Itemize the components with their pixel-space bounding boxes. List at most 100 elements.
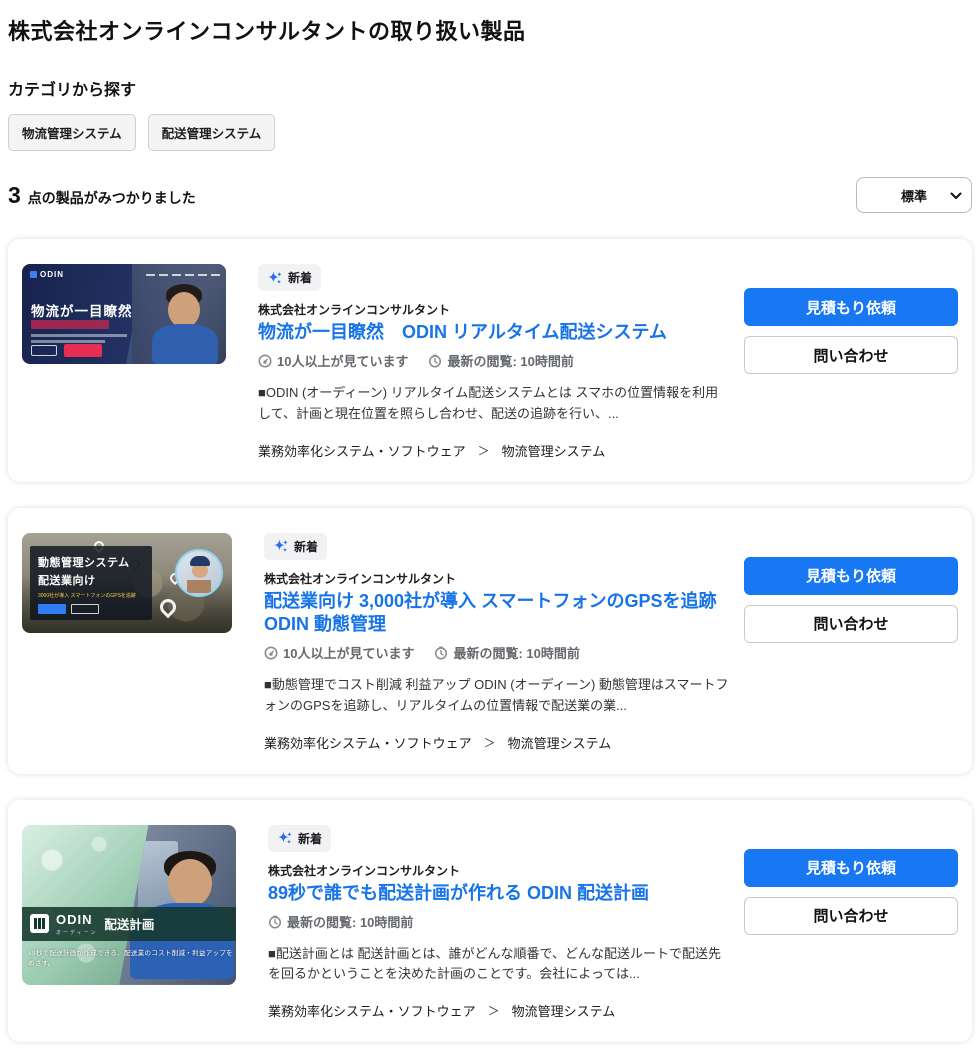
product-title-link[interactable]: 89秒で誰でも配送計画が作れる ODIN 配送計画 [268, 882, 649, 905]
thumbnail-cta-button [64, 344, 102, 357]
sort-select-value: 標準 [901, 186, 927, 205]
sparkle-icon [277, 830, 293, 846]
page-title: 株式会社オンラインコンサルタントの取り扱い製品 [8, 14, 972, 46]
card-actions: 見積もり依頼 問い合わせ [744, 849, 958, 1021]
recent-view-stat: 最新の閲覧: 10時間前 [268, 912, 413, 931]
company-name: 株式会社オンラインコンサルタント [268, 862, 460, 879]
breadcrumb-category-parent[interactable]: 業務効率化システム・ソフトウェア [264, 733, 472, 752]
card-actions: 見積もり依頼 問い合わせ [744, 557, 958, 752]
odin-logo: ODIN [56, 912, 93, 927]
thumbnail-headline: 物流が一目瞭然 [31, 300, 133, 320]
recent-view-stat-label: 最新の閲覧: 10時間前 [447, 351, 573, 370]
category-chip-logistics[interactable]: 物流管理システム [8, 114, 136, 151]
gauge-icon [258, 354, 272, 368]
product-title-link[interactable]: 物流が一目瞭然 ODIN リアルタイム配送システム [258, 321, 667, 344]
sparkle-icon [267, 270, 283, 286]
breadcrumb-category-parent[interactable]: 業務効率化システム・ソフトウェア [268, 1001, 476, 1020]
product-list-page: 株式会社オンラインコンサルタントの取り扱い製品 カテゴリから探す 物流管理システ… [0, 0, 980, 1052]
breadcrumb-category-child[interactable]: 物流管理システム [502, 441, 606, 460]
breadcrumb: 業務効率化システム・ソフトウェア ＞ 物流管理システム [264, 733, 611, 752]
recent-view-stat: 最新の閲覧: 10時間前 [428, 351, 573, 370]
recent-view-stat-label: 最新の閲覧: 10時間前 [287, 912, 413, 931]
new-badge: 新着 [268, 825, 331, 852]
results-row: 3 点の製品がみつかりました 標準 [8, 177, 972, 213]
thumbnail-headline-line1: 動態管理システム [38, 557, 130, 569]
new-badge: 新着 [264, 533, 327, 560]
results-suffix: 点の製品がみつかりました [28, 188, 196, 208]
sparkle-icon [273, 538, 289, 554]
card-actions: 見積もり依頼 問い合わせ [744, 288, 958, 460]
product-card: 動態管理システム 配送業向け 3000社が導入 スマートフォンのGPSを追跡 新… [8, 508, 972, 774]
quote-request-button[interactable]: 見積もり依頼 [744, 288, 958, 326]
breadcrumb-separator: ＞ [478, 442, 490, 459]
viewers-stat-label: 10人以上が見ています [283, 643, 414, 662]
thumbnail-logo-banner: ODIN オーディーン 配送計画 [22, 907, 236, 941]
product-stats: 最新の閲覧: 10時間前 [268, 912, 413, 931]
results-count: 3 [8, 182, 21, 209]
quote-request-button[interactable]: 見積もり依頼 [744, 849, 958, 887]
category-chip-row: 物流管理システム 配送管理システム [8, 114, 972, 151]
thumbnail-nav-links [146, 274, 220, 276]
breadcrumb-category-child[interactable]: 物流管理システム [508, 733, 612, 752]
product-stats: 10人以上が見ています 最新の閲覧: 10時間前 [258, 351, 574, 370]
thumbnail-subtext: 3000社が導入 スマートフォンのGPSを追跡 [38, 593, 144, 601]
thumbnail-site-header: ODIN [30, 270, 220, 279]
new-badge: 新着 [258, 264, 321, 291]
product-thumbnail[interactable]: ODIN オーディーン 配送計画 89秒で配送計画が作成できる、配送業のコスト削… [22, 825, 236, 985]
gauge-icon [264, 646, 278, 660]
product-info: 新着 株式会社オンラインコンサルタント 89秒で誰でも配送計画が作れる ODIN… [268, 825, 730, 1021]
product-card: ODIN 物流が一目瞭然 新着 株式会社オンラインコンサルタント 物流が一目瞭然… [8, 239, 972, 482]
company-name: 株式会社オンラインコンサルタント [264, 570, 456, 587]
thumbnail-overlay-box: 動態管理システム 配送業向け 3000社が導入 スマートフォンのGPSを追跡 [30, 546, 152, 620]
product-title-link[interactable]: 配送業向け 3,000社が導入 スマートフォンのGPSを追跡 ODIN 動態管理 [264, 590, 730, 637]
breadcrumb-category-child[interactable]: 物流管理システム [512, 1001, 616, 1020]
product-stats: 10人以上が見ています 最新の閲覧: 10時間前 [264, 643, 580, 662]
product-description: ■配送計画とは 配送計画とは、誰がどんな順番で、どんな配送ルートで配送先を回るか… [268, 944, 730, 984]
odin-logo: ODIN [30, 270, 64, 279]
delivery-man-photo [175, 549, 223, 597]
product-description: ■ODIN (オーディーン) リアルタイム配送システムとは スマホの位置情報を利… [258, 383, 730, 423]
recent-view-stat: 最新の閲覧: 10時間前 [434, 643, 579, 662]
viewers-stat-label: 10人以上が見ています [277, 351, 408, 370]
product-info: 新着 株式会社オンラインコンサルタント 物流が一目瞭然 ODIN リアルタイム配… [258, 264, 730, 460]
company-name: 株式会社オンラインコンサルタント [258, 301, 450, 318]
sort-select[interactable]: 標準 [856, 177, 972, 213]
new-badge-label: 新着 [294, 538, 318, 555]
recent-view-stat-label: 最新の閲覧: 10時間前 [453, 643, 579, 662]
product-thumbnail[interactable]: 動態管理システム 配送業向け 3000社が導入 スマートフォンのGPSを追跡 [22, 533, 232, 633]
thumbnail-caption: 89秒で配送計画が作成できる、配送業のコスト削減・利益アップをめざす。 [28, 947, 236, 967]
product-info: 新着 株式会社オンラインコンサルタント 配送業向け 3,000社が導入 スマート… [264, 533, 730, 752]
viewers-stat: 10人以上が見ています [264, 643, 414, 662]
new-badge-label: 新着 [298, 830, 322, 847]
new-badge-label: 新着 [288, 269, 312, 286]
viewers-stat: 10人以上が見ています [258, 351, 408, 370]
thumbnail-headline-line2: 配送業向け [38, 575, 96, 587]
thumbnail-sub-banner [31, 320, 109, 329]
breadcrumb-separator: ＞ [484, 734, 496, 751]
breadcrumb-category-parent[interactable]: 業務効率化システム・ソフトウェア [258, 441, 466, 460]
thumbnail-product-name: 配送計画 [104, 914, 154, 933]
odin-logo-mark [30, 914, 49, 933]
category-chip-delivery[interactable]: 配送管理システム [148, 114, 276, 151]
breadcrumb: 業務効率化システム・ソフトウェア ＞ 物流管理システム [258, 441, 605, 460]
thumbnail-ghost-button [31, 345, 57, 356]
contact-button[interactable]: 問い合わせ [744, 605, 958, 643]
product-description: ■動態管理でコスト削減 利益アップ ODIN (オーディーン) 動態管理はスマー… [264, 675, 730, 715]
breadcrumb: 業務効率化システム・ソフトウェア ＞ 物流管理システム [268, 1001, 615, 1020]
contact-button[interactable]: 問い合わせ [744, 336, 958, 374]
contact-button[interactable]: 問い合わせ [744, 897, 958, 935]
product-card: ODIN オーディーン 配送計画 89秒で配送計画が作成できる、配送業のコスト削… [8, 800, 972, 1043]
odin-logo-sub: オーディーン [56, 929, 97, 936]
chevron-down-icon [950, 192, 962, 200]
clock-icon [268, 915, 282, 929]
results-count-text: 3 点の製品がみつかりました [8, 182, 196, 209]
clock-icon [428, 354, 442, 368]
odin-logo-mark [30, 271, 37, 278]
quote-request-button[interactable]: 見積もり依頼 [744, 557, 958, 595]
clock-icon [434, 646, 448, 660]
breadcrumb-separator: ＞ [488, 1002, 500, 1019]
product-thumbnail[interactable]: ODIN 物流が一目瞭然 [22, 264, 226, 364]
thumbnail-mini-buttons [38, 604, 99, 614]
category-heading: カテゴリから探す [8, 76, 972, 100]
map-pin-icon [157, 595, 180, 618]
